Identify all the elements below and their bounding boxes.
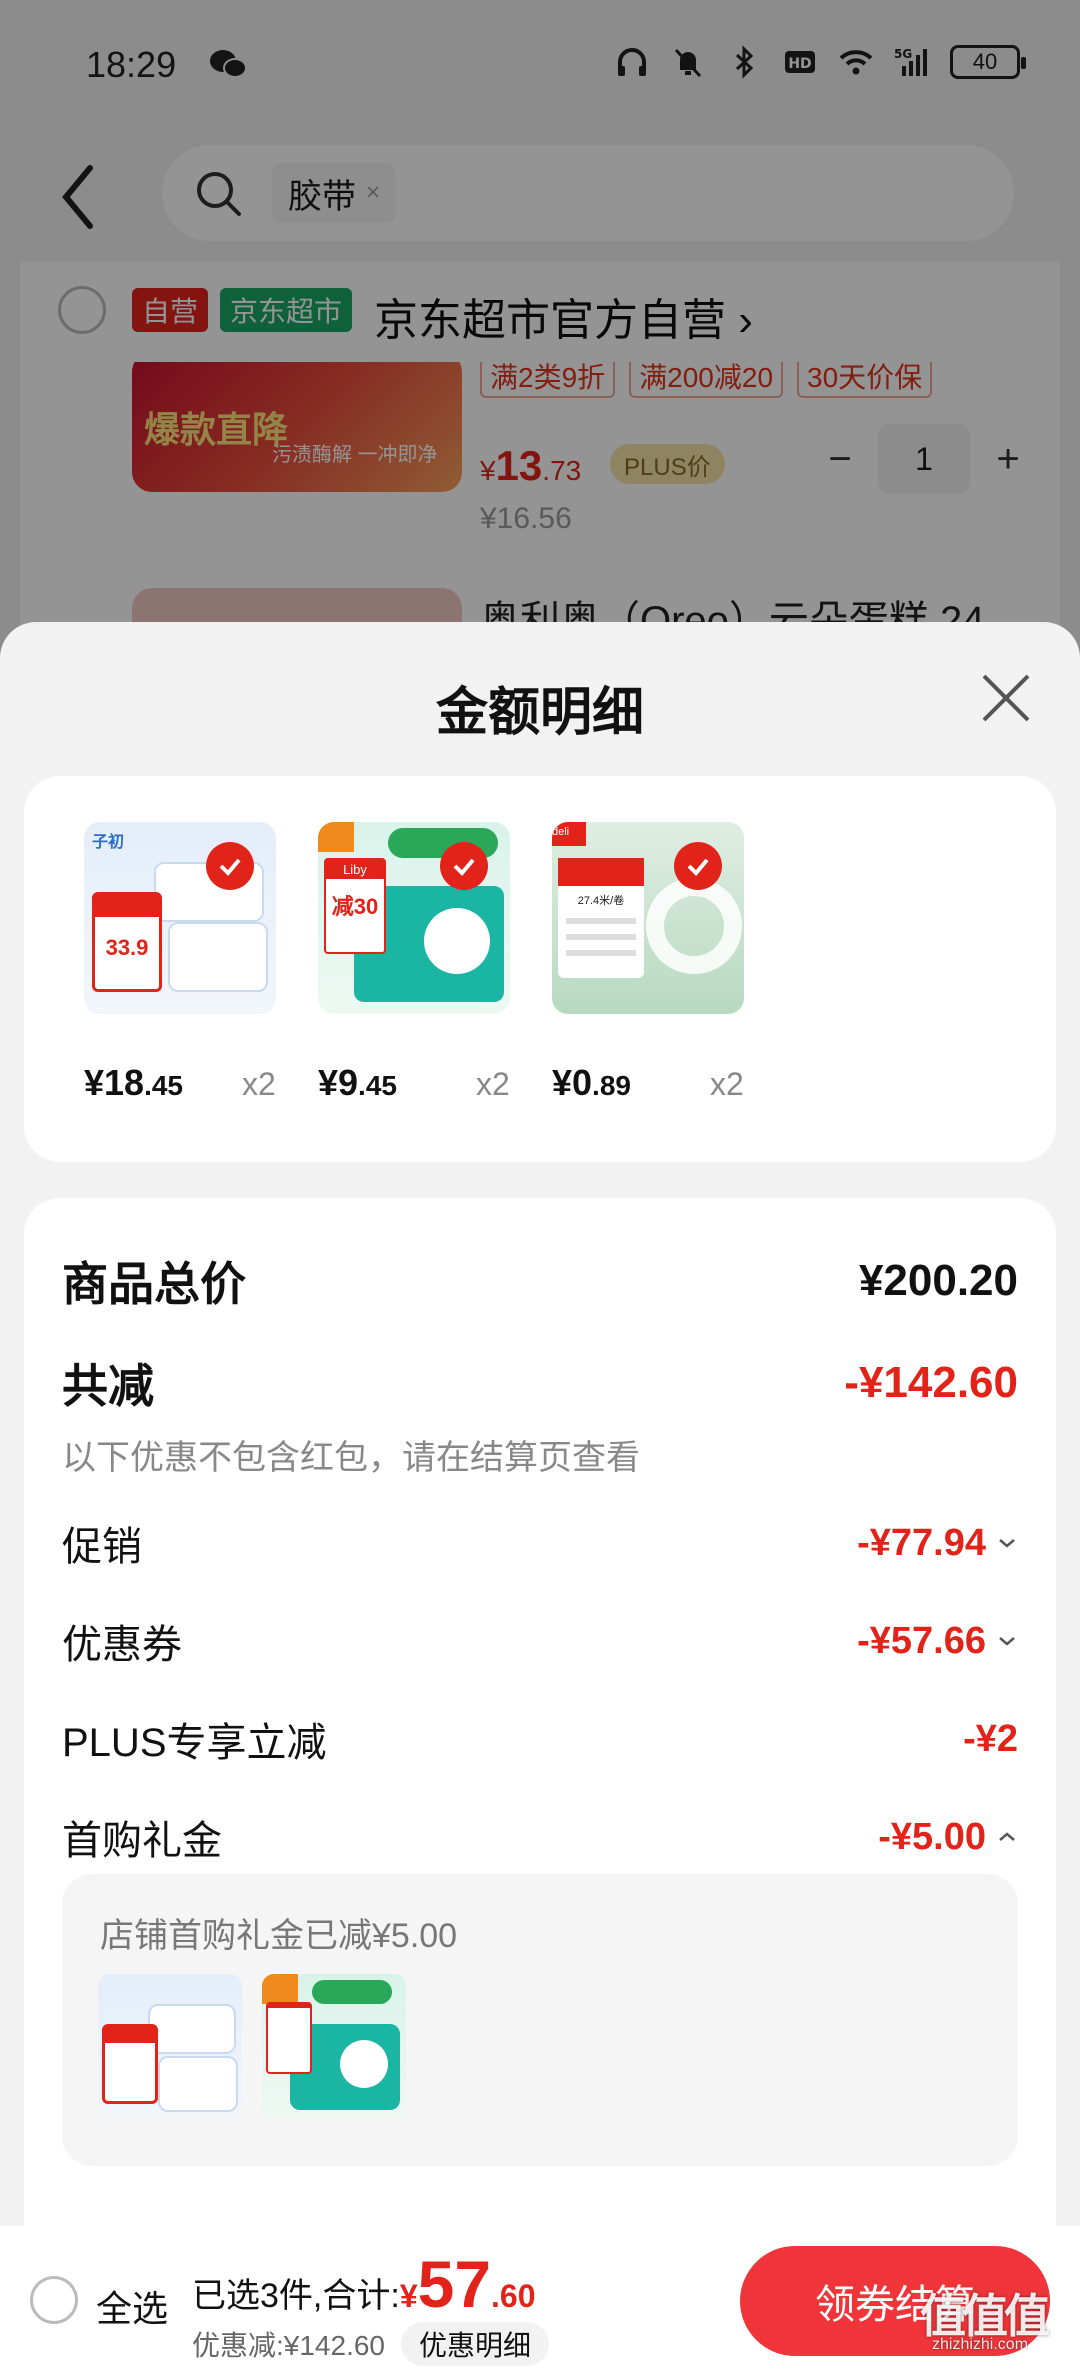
sheet-title: 金额明细 — [435, 684, 644, 742]
select-all-label[interactable]: 全选 — [96, 2280, 168, 2332]
chevron-down-icon — [999, 1539, 1015, 1548]
promotion-amount: -¥77.94 — [857, 1521, 986, 1564]
good-price: ¥18.45 — [84, 1062, 183, 1104]
selected-good[interactable]: 子初 33.9 ¥18.45 x2 — [84, 822, 316, 1103]
good-price-int: ¥18 — [84, 1062, 145, 1103]
good-price-dec: .45 — [358, 1070, 397, 1101]
checked-icon[interactable] — [674, 842, 722, 890]
total-dec: .60 — [491, 2278, 536, 2314]
thumb-price-tag: Liby 减30 — [324, 858, 386, 954]
promotion-row[interactable]: 促销 -¥77.94 — [62, 1514, 1018, 1572]
plus-discount-amount: -¥2 — [963, 1717, 1018, 1760]
chevron-down-icon — [999, 1637, 1015, 1646]
thumb-price: 33.9 — [105, 935, 149, 960]
promotion-label: 促销 — [62, 1525, 142, 1569]
first-purchase-value[interactable]: -¥5.00 — [878, 1816, 1018, 1859]
coupon-row[interactable]: 优惠券 -¥57.66 — [62, 1612, 1018, 1670]
total-reduce-label: 共减 — [62, 1360, 154, 1412]
total-reduce-row: 共减 -¥142.60 — [62, 1350, 1018, 1416]
selected-good[interactable]: deli 27.4米/卷 ¥0.89 x2 — [552, 822, 784, 1103]
promotion-value[interactable]: -¥77.94 — [857, 1522, 1018, 1565]
selected-goods-card: 子初 33.9 ¥18.45 x2 Liby 减30 ¥9.45 x2 deli… — [24, 776, 1056, 1162]
discount-text: 优惠减:¥142.60 — [192, 2330, 385, 2361]
chevron-up-icon — [999, 1832, 1015, 1841]
good-price-dec: .89 — [592, 1070, 631, 1101]
price-breakdown-card: 商品总价 ¥200.20 共减 -¥142.60 以下优惠不包含红包，请在结算页… — [24, 1198, 1056, 2368]
discount-detail-button[interactable]: 优惠明细 — [401, 2322, 550, 2366]
total-price-value: ¥200.20 — [858, 1256, 1018, 1305]
coupon-amount: -¥57.66 — [857, 1619, 986, 1662]
thumb-brand: Liby — [326, 860, 384, 879]
first-purchase-amount: -¥5.00 — [878, 1815, 986, 1858]
first-purchase-label: 首购礼金 — [62, 1819, 222, 1863]
thumb-brand: deli — [552, 822, 586, 846]
first-purchase-gift-box: 店铺首购礼金已减¥5.00 — [62, 1874, 1018, 2166]
select-all-radio[interactable] — [30, 2276, 78, 2324]
plus-discount-value: -¥2 — [963, 1718, 1018, 1761]
product-thumbnail[interactable]: 子初 33.9 — [84, 822, 276, 1014]
product-thumbnail[interactable]: Liby 减30 — [318, 822, 510, 1014]
good-price-dec: .45 — [144, 1070, 184, 1101]
thumb-price-tag: 33.9 — [92, 892, 162, 992]
gift-product-thumbnail[interactable] — [98, 1974, 242, 2118]
thumb-price: 27.4米/卷 — [577, 895, 625, 907]
coupon-value[interactable]: -¥57.66 — [857, 1620, 1018, 1663]
thumb-price: 减30 — [331, 894, 379, 919]
close-icon[interactable] — [978, 670, 1034, 726]
reduce-note: 以下优惠不包含红包，请在结算页查看 — [62, 1439, 640, 1477]
checked-icon[interactable] — [440, 842, 488, 890]
total-price-label: 商品总价 — [62, 1258, 246, 1310]
product-thumbnail[interactable]: deli 27.4米/卷 — [552, 822, 744, 1014]
first-purchase-row[interactable]: 首购礼金 -¥5.00 — [62, 1808, 1018, 1866]
site-watermark: 值值值 zhizhizhi.com — [920, 2280, 1070, 2370]
coupon-label: 优惠券 — [62, 1623, 182, 1667]
total-price-row: 商品总价 ¥200.20 — [62, 1248, 1018, 1314]
discount-line: 优惠减:¥142.60 优惠明细 — [192, 2322, 550, 2366]
total-yen: ¥ — [399, 2278, 418, 2314]
selected-good[interactable]: Liby 减30 ¥9.45 x2 — [318, 822, 550, 1103]
gift-product-thumbnail[interactable] — [262, 1974, 406, 2118]
good-quantity: x2 — [710, 1066, 744, 1102]
total-int: 57 — [417, 2247, 492, 2321]
plus-discount-label: PLUS专享立减 — [62, 1721, 327, 1765]
good-price-int: ¥0 — [552, 1062, 593, 1103]
total-reduce-value: -¥142.60 — [844, 1358, 1018, 1407]
good-price: ¥0.89 — [552, 1062, 631, 1104]
watermark-url: zhizhizhi.com — [932, 2336, 1029, 2353]
checkout-bar: 全选 已选3件,合计: ¥ 57 .60 优惠减:¥142.60 优惠明细 领券… — [0, 2226, 1080, 2376]
selected-total: 已选3件,合计: ¥ 57 .60 — [192, 2246, 536, 2322]
selected-prefix: 已选3件,合计: — [192, 2277, 400, 2315]
thumb-brand: 子初 — [92, 834, 125, 851]
checked-icon[interactable] — [206, 842, 254, 890]
gift-thumbs — [98, 1974, 406, 2118]
good-quantity: x2 — [476, 1066, 510, 1102]
good-price: ¥9.45 — [318, 1062, 397, 1104]
good-price-int: ¥9 — [318, 1062, 359, 1103]
good-quantity: x2 — [242, 1066, 276, 1102]
gift-text: 店铺首购礼金已减¥5.00 — [100, 1917, 458, 1955]
plus-discount-row: PLUS专享立减 -¥2 — [62, 1710, 1018, 1768]
amount-detail-sheet: 金额明细 子初 33.9 ¥18.45 x2 Liby 减30 ¥9.45 x2… — [0, 622, 1080, 2376]
